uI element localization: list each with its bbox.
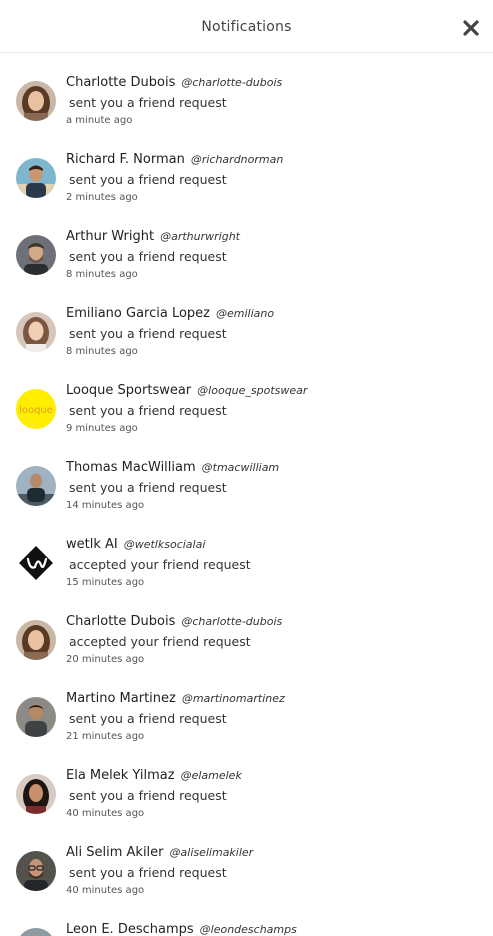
notification-item[interactable]: looque Looque Sportswear @looque_spotswear…	[0, 361, 493, 438]
user-name[interactable]: Arthur Wright	[66, 229, 154, 244]
notification-item[interactable]: Leon E. Deschamps@leondeschampssent you …	[0, 900, 493, 936]
notification-message: sent you a friend request	[69, 172, 227, 187]
notifications-header: Notifications	[0, 0, 493, 53]
notification-item[interactable]: wetlk AI @wetlksocialai accepted your frie…	[0, 515, 493, 592]
notification-title: Arthur Wright @arthurwright	[66, 229, 240, 244]
notification-item[interactable]: Arthur Wright @arthurwright sent you a fri…	[0, 207, 493, 284]
notification-message: sent you a friend request	[69, 480, 227, 495]
user-handle[interactable]: @emiliano	[216, 307, 274, 320]
notification-title: Leon E. Deschamps @leondeschamps	[66, 922, 297, 936]
notification-title: Charlotte Dubois @charlotte-dubois	[66, 75, 282, 90]
notification-time: 40 minutes ago	[66, 808, 145, 819]
notification-title: Thomas MacWilliam @tmacwilliam	[66, 460, 279, 475]
notification-time: a minute ago	[66, 115, 133, 126]
user-handle[interactable]: @aliselimakiler	[170, 846, 254, 859]
notification-title: Richard F. Norman @richardnorman	[66, 152, 283, 167]
notification-list: Charlotte Dubois @charlotte-dubois sent yo…	[0, 53, 493, 936]
user-name[interactable]: Looque Sportswear	[66, 383, 191, 398]
user-name[interactable]: Charlotte Dubois	[66, 614, 175, 629]
notification-time: 21 minutes ago	[66, 731, 145, 742]
user-handle[interactable]: @charlotte-dubois	[181, 76, 282, 89]
notification-message: accepted your friend request	[69, 634, 251, 649]
notification-item[interactable]: Richard F. Norman @richardnorman sent you …	[0, 130, 493, 207]
notification-title: Ela Melek Yilmaz @elamelek	[66, 768, 242, 783]
user-handle[interactable]: @elamelek	[181, 769, 242, 782]
logo-text: looque	[19, 405, 53, 416]
notification-message: sent you a friend request	[69, 711, 227, 726]
notification-item[interactable]: Charlotte Dubois @charlotte-dubois accepte…	[0, 592, 493, 669]
notification-item[interactable]: Martino Martinez @martinomartinez sent you…	[0, 669, 493, 746]
user-handle[interactable]: @wetlksocialai	[124, 538, 206, 551]
notification-time: 14 minutes ago	[66, 500, 145, 511]
notification-title: Martino Martinez @martinomartinez	[66, 691, 285, 706]
notification-item[interactable]: Emiliano Garcia Lopez @emiliano sent you a…	[0, 284, 493, 361]
notification-time: 8 minutes ago	[66, 269, 138, 280]
avatar[interactable]	[16, 81, 56, 121]
user-handle[interactable]: @charlotte-dubois	[181, 615, 282, 628]
notification-title: Ali Selim Akiler @aliselimakiler	[66, 845, 253, 860]
notification-time: 20 minutes ago	[66, 654, 145, 665]
avatar[interactable]: looque	[16, 389, 56, 429]
user-name[interactable]: Charlotte Dubois	[66, 75, 175, 90]
user-name[interactable]: Leon E. Deschamps	[66, 922, 194, 936]
close-icon[interactable]	[463, 20, 479, 36]
avatar[interactable]	[16, 851, 56, 891]
notification-message: sent you a friend request	[69, 403, 227, 418]
avatar[interactable]	[16, 774, 56, 814]
notification-title: wetlk AI @wetlksocialai	[66, 537, 205, 552]
avatar[interactable]	[16, 466, 56, 506]
notification-time: 8 minutes ago	[66, 346, 138, 357]
avatar[interactable]	[16, 620, 56, 660]
user-handle[interactable]: @tmacwilliam	[202, 461, 280, 474]
user-name[interactable]: Richard F. Norman	[66, 152, 185, 167]
avatar[interactable]	[16, 928, 56, 936]
notification-item[interactable]: Thomas MacWilliam @tmacwilliam sent you a …	[0, 438, 493, 515]
user-name[interactable]: Thomas MacWilliam	[66, 460, 196, 475]
notification-title: Charlotte Dubois @charlotte-dubois	[66, 614, 282, 629]
notification-message: sent you a friend request	[69, 865, 227, 880]
user-name[interactable]: Emiliano Garcia Lopez	[66, 306, 210, 321]
avatar[interactable]	[16, 697, 56, 737]
notification-item[interactable]: Ela Melek Yilmaz @elamelek sent you a frie…	[0, 746, 493, 823]
avatar[interactable]	[16, 235, 56, 275]
notification-time: 2 minutes ago	[66, 192, 138, 203]
notification-message: sent you a friend request	[69, 788, 227, 803]
notification-title: Emiliano Garcia Lopez @emiliano	[66, 306, 274, 321]
notification-message: sent you a friend request	[69, 326, 227, 341]
user-name[interactable]: wetlk AI	[66, 537, 118, 552]
notification-message: accepted your friend request	[69, 557, 251, 572]
notification-item[interactable]: Ali Selim Akiler @aliselimakiler sent you …	[0, 823, 493, 900]
notification-item[interactable]: Charlotte Dubois @charlotte-dubois sent yo…	[0, 53, 493, 130]
avatar[interactable]	[16, 158, 56, 198]
avatar[interactable]	[16, 543, 56, 583]
notification-time: 9 minutes ago	[66, 423, 138, 434]
user-name[interactable]: Ali Selim Akiler	[66, 845, 164, 860]
user-handle[interactable]: @richardnorman	[191, 153, 284, 166]
avatar[interactable]	[16, 312, 56, 352]
notification-message: sent you a friend request	[69, 249, 227, 264]
user-handle[interactable]: @martinomartinez	[182, 692, 285, 705]
user-name[interactable]: Ela Melek Yilmaz	[66, 768, 175, 783]
user-handle[interactable]: @looque_spotswear	[197, 384, 307, 397]
notification-time: 40 minutes ago	[66, 885, 145, 896]
notification-message: sent you a friend request	[69, 95, 227, 110]
user-handle[interactable]: @arthurwright	[160, 230, 240, 243]
notification-title: Looque Sportswear @looque_spotswear	[66, 383, 307, 398]
user-handle[interactable]: @leondeschamps	[200, 923, 297, 936]
page-title: Notifications	[201, 19, 292, 35]
notification-time: 15 minutes ago	[66, 577, 145, 588]
user-name[interactable]: Martino Martinez	[66, 691, 176, 706]
